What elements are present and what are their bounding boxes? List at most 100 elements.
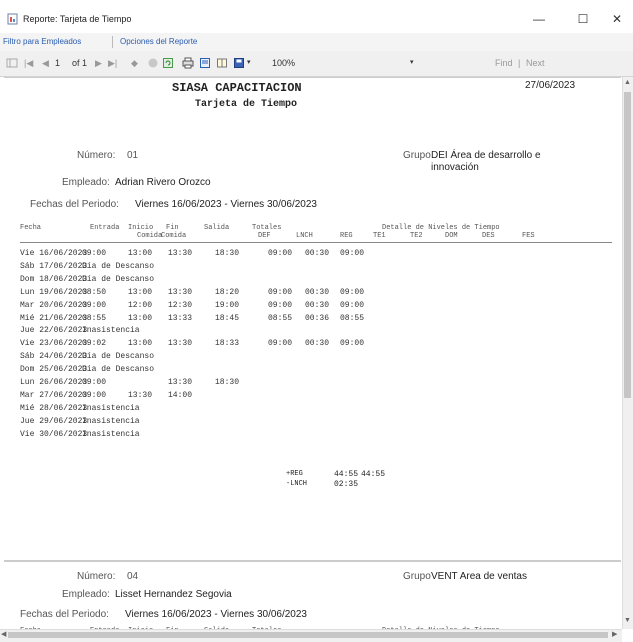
table-cell: Vie 30/06/2023 <box>20 429 88 439</box>
table-cell: 13:00 <box>128 313 153 323</box>
table-cell: Lun 26/06/2023 <box>20 378 88 387</box>
table-cell: 13:33 <box>168 313 193 323</box>
total-reg-def: 44:55 <box>334 470 359 479</box>
table-cell: 00:30 <box>305 300 330 310</box>
table-cell: Dom 18/06/2023 <box>20 274 88 284</box>
table-cell: Mar 27/06/2023 <box>20 390 88 400</box>
table-cell: 09:00 <box>340 287 365 297</box>
table-row: Sáb 17/06/2023 Día de Descanso <box>20 262 612 274</box>
scroll-right-icon[interactable]: ▶ <box>612 630 617 638</box>
total-lnch-def: 02:35 <box>334 480 359 489</box>
table-row: Sáb 24/06/2023 Día de Descanso <box>20 352 612 364</box>
menu-bar: Filtro para Empleados Opciones del Repor… <box>0 33 633 52</box>
document-map-icon[interactable] <box>6 57 18 69</box>
vertical-scroll-thumb[interactable] <box>624 92 631 398</box>
back-icon[interactable]: ◆ <box>131 58 138 69</box>
table-cell: Día de Descanso <box>82 274 155 284</box>
first-page-icon[interactable]: |◀ <box>24 58 33 69</box>
stop-icon[interactable] <box>147 57 159 69</box>
report-date: 27/06/2023 <box>525 80 576 91</box>
table-row: Mié 28/06/2023 Inasistencia <box>20 404 612 416</box>
total-lnch-label: -LNCH <box>286 480 308 488</box>
total-reg-reg: 44:55 <box>361 470 386 479</box>
zoom-select[interactable]: 100% <box>272 58 295 68</box>
group2-value: VENT Area de ventas <box>431 571 527 582</box>
table-cell: 09:00 <box>268 339 293 349</box>
last-page-icon[interactable]: ▶| <box>108 58 117 69</box>
group-value: DEI Área de desarrollo e innovación <box>431 150 541 173</box>
table-row: Lun 19/06/2023 08:50 13:00 13:30 18:20 09:00 0… <box>20 288 612 300</box>
print-layout-icon[interactable] <box>199 57 211 69</box>
table-cell: 09:00 <box>82 300 107 310</box>
close-button[interactable]: ✕ <box>603 9 631 29</box>
menu-item-report-options[interactable]: Opciones del Reporte <box>120 37 197 46</box>
table-cell: 09:00 <box>82 378 107 387</box>
column-header-te1: TE1 <box>373 232 386 240</box>
zoom-dropdown-icon[interactable]: ▾ <box>410 58 414 66</box>
next-link[interactable]: Next <box>526 58 545 68</box>
report-app-icon <box>7 13 18 25</box>
table-cell: Jue 22/06/2023 <box>20 326 88 336</box>
table-cell: 09:00 <box>82 390 107 400</box>
table-cell: 13:30 <box>168 249 193 258</box>
table-cell: Inasistencia <box>82 403 140 413</box>
table-cell: 00:30 <box>305 339 330 349</box>
table-cell: 18:30 <box>215 378 240 387</box>
export-icon[interactable] <box>233 57 245 69</box>
table-cell: Jue 29/06/2023 <box>20 416 88 426</box>
find-link[interactable]: Find <box>495 58 513 68</box>
maximize-button[interactable]: ☐ <box>569 9 597 29</box>
table-cell: Dom 25/06/2023 <box>20 365 88 375</box>
employee2-name: Lisset Hernandez Segovia <box>115 589 232 600</box>
table-cell: 09:00 <box>340 339 365 349</box>
scroll-down-icon[interactable]: ▼ <box>624 617 631 624</box>
employee2-number: 04 <box>127 571 139 582</box>
table-row: Dom 18/06/2023 Día de Descanso <box>20 275 612 287</box>
table-cell: Sáb 24/06/2023 <box>20 352 88 362</box>
table-cell: Inasistencia <box>82 416 140 426</box>
table-row: Dom 25/06/2023 Día de Descanso <box>20 365 612 377</box>
table-cell: Vie 16/06/2023 <box>20 249 88 258</box>
scroll-left-icon[interactable]: ◀ <box>1 630 6 638</box>
table-cell: Día de Descanso <box>82 261 155 271</box>
table-cell: 08:55 <box>268 313 293 323</box>
next-page-icon[interactable]: ▶ <box>95 58 102 69</box>
table-row: Mar 27/06/2023 09:00 13:30 14:00 <box>20 391 612 403</box>
table-cell: 08:55 <box>82 313 107 323</box>
employee2-number-label: Número: <box>77 571 116 582</box>
table-cell: 09:00 <box>340 249 365 258</box>
table-row: Mié 21/06/2023 08:55 13:00 13:33 18:45 08:55 0… <box>20 314 612 326</box>
refresh-icon[interactable] <box>162 57 174 69</box>
table-cell: 00:30 <box>305 287 330 297</box>
table-cell: 13:00 <box>128 287 153 297</box>
minimize-button[interactable]: — <box>525 9 553 29</box>
group2-label: Grupo <box>403 571 431 582</box>
menu-item-employee-filter[interactable]: Filtro para Empleados <box>3 37 81 46</box>
table-cell: 14:00 <box>168 390 193 400</box>
table-cell: 08:55 <box>340 313 365 323</box>
table-cell: 13:30 <box>168 287 193 297</box>
table-cell: 12:30 <box>168 300 193 310</box>
table-row: Vie 23/06/2023 09:02 13:00 13:30 18:33 09:00 0… <box>20 339 612 351</box>
scroll-up-icon[interactable]: ▲ <box>624 79 631 86</box>
report-subtitle: Tarjeta de Tiempo <box>195 99 298 110</box>
column-header-inicio: Inicio <box>128 224 154 232</box>
page-setup-icon[interactable] <box>216 57 228 69</box>
column-header-def: DEF <box>258 232 271 240</box>
report-toolbar: |◀ ◀ 1 of 1 ▶ ▶| ◆ ▾ 100% ▾ Find | Next <box>0 51 633 77</box>
table-cell: 09:02 <box>82 339 107 349</box>
print-icon[interactable] <box>182 57 194 69</box>
report-viewer[interactable]: SIASA CAPACITACION Tarjeta de Tiempo 27/… <box>4 77 621 630</box>
find-separator: | <box>518 58 521 68</box>
previous-page-icon[interactable]: ◀ <box>42 58 49 69</box>
table-cell: Mié 21/06/2023 <box>20 313 88 323</box>
horizontal-scroll-thumb[interactable] <box>8 632 608 638</box>
table-cell: Lun 19/06/2023 <box>20 287 88 297</box>
export-dropdown-icon[interactable]: ▾ <box>247 58 251 66</box>
table-cell: 18:30 <box>215 249 240 258</box>
current-page-field[interactable]: 1 <box>55 58 60 68</box>
column-header-reg: REG <box>340 232 353 240</box>
column-header-comida: Comida <box>137 232 163 240</box>
table-cell: 13:00 <box>128 339 153 349</box>
column-header-detalle: Detalle de Niveles de Tiempo <box>382 224 500 232</box>
